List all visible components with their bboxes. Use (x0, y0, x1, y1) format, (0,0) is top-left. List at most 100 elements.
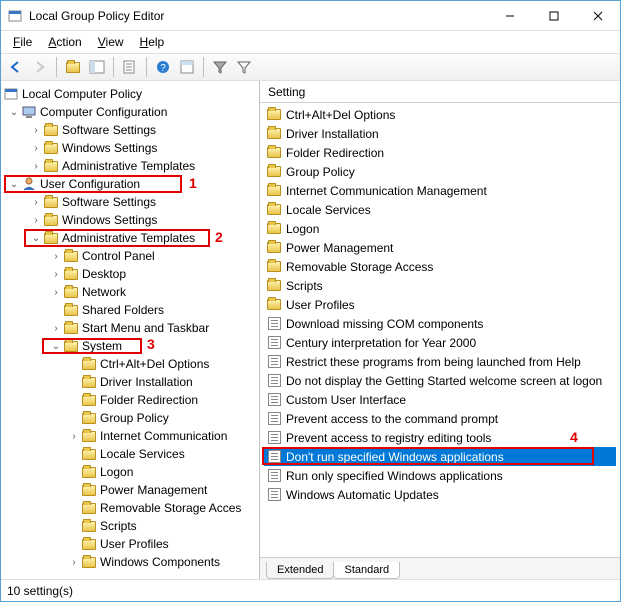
list-header[interactable]: Setting (260, 81, 620, 103)
list-item[interactable]: Century interpretation for Year 2000 (264, 333, 616, 352)
menu-view[interactable]: View (92, 33, 130, 51)
filter-button[interactable] (233, 56, 255, 78)
tree-sys-power[interactable]: Power Management (1, 481, 259, 499)
tree-sys-group-policy[interactable]: Group Policy (1, 409, 259, 427)
tree-uc-software[interactable]: ›Software Settings (1, 193, 259, 211)
column-header-setting[interactable]: Setting (268, 85, 305, 99)
setting-icon (266, 430, 282, 446)
folder-icon (266, 126, 282, 142)
list-item[interactable]: Internet Communication Management (264, 181, 616, 200)
list-item[interactable]: Group Policy (264, 162, 616, 181)
list-item[interactable]: Download missing COM components (264, 314, 616, 333)
list-item[interactable]: Don't run specified Windows applications (264, 447, 616, 466)
filter-options-button[interactable] (209, 56, 231, 78)
tree-network[interactable]: ›Network (1, 283, 259, 301)
tree-label: Driver Installation (100, 375, 193, 389)
minimize-button[interactable] (488, 1, 532, 30)
tree-cc-software[interactable]: ›Software Settings (1, 121, 259, 139)
list-item-label: Custom User Interface (286, 393, 406, 407)
forward-button[interactable] (29, 56, 51, 78)
tree-control-panel[interactable]: › Control Panel (1, 247, 259, 265)
expander-icon[interactable]: ⌄ (49, 339, 63, 353)
tree-sys-removable[interactable]: Removable Storage Acces (1, 499, 259, 517)
tree-computer-config[interactable]: ⌄ Computer Configuration (1, 103, 259, 121)
back-button[interactable] (5, 56, 27, 78)
tree-label: Control Panel (82, 249, 155, 263)
list-item[interactable]: Ctrl+Alt+Del Options (264, 105, 616, 124)
close-button[interactable] (576, 1, 620, 30)
list-item[interactable]: Power Management (264, 238, 616, 257)
list-item-label: Locale Services (286, 203, 371, 217)
list-item[interactable]: Custom User Interface (264, 390, 616, 409)
list-item[interactable]: Run only specified Windows applications (264, 466, 616, 485)
statusbar: 10 setting(s) (1, 579, 620, 601)
tree-start-menu[interactable]: ›Start Menu and Taskbar (1, 319, 259, 337)
setting-icon (266, 392, 282, 408)
list-item[interactable]: Driver Installation (264, 124, 616, 143)
up-folder-button[interactable] (62, 56, 84, 78)
folder-icon (266, 259, 282, 275)
tree-uc-windows[interactable]: ›Windows Settings (1, 211, 259, 229)
list-item[interactable]: Restrict these programs from being launc… (264, 352, 616, 371)
list-item[interactable]: Prevent access to the command prompt (264, 409, 616, 428)
tree-sys-folder-redir[interactable]: Folder Redirection (1, 391, 259, 409)
expander-icon[interactable]: ⌄ (7, 177, 21, 191)
list-item[interactable]: Folder Redirection (264, 143, 616, 162)
menu-file[interactable]: File (7, 33, 38, 51)
tree-sys-logon[interactable]: Logon (1, 463, 259, 481)
chevron-right-icon[interactable]: › (29, 213, 43, 227)
expander-icon[interactable]: ⌄ (7, 105, 21, 119)
menu-action[interactable]: Action (42, 33, 87, 51)
list-item[interactable]: Logon (264, 219, 616, 238)
list-item-label: Windows Automatic Updates (286, 488, 439, 502)
tree-shared-folders[interactable]: Shared Folders (1, 301, 259, 319)
tree-sys-locale[interactable]: Locale Services (1, 445, 259, 463)
tree-sys-driver[interactable]: Driver Installation (1, 373, 259, 391)
tab-extended[interactable]: Extended (266, 562, 334, 579)
tree-pane[interactable]: Local Computer Policy ⌄ Computer Configu… (1, 81, 260, 579)
properties-button[interactable] (176, 56, 198, 78)
list-item[interactable]: Scripts (264, 276, 616, 295)
list-item[interactable]: Prevent access to registry editing tools (264, 428, 616, 447)
tree-root[interactable]: Local Computer Policy (1, 85, 259, 103)
folder-icon (81, 482, 97, 498)
list-item[interactable]: Windows Automatic Updates (264, 485, 616, 504)
list-item[interactable]: Do not display the Getting Started welco… (264, 371, 616, 390)
tree-sys-win-components[interactable]: ›Windows Components (1, 553, 259, 571)
tree-system[interactable]: ⌄System (1, 337, 259, 355)
tree-cc-windows[interactable]: ›Windows Settings (1, 139, 259, 157)
help-button[interactable]: ? (152, 56, 174, 78)
expander-icon[interactable]: ⌄ (29, 231, 43, 245)
tree-user-config[interactable]: ⌄ User Configuration (1, 175, 259, 193)
chevron-right-icon[interactable]: › (29, 141, 43, 155)
chevron-right-icon[interactable]: › (29, 123, 43, 137)
show-hide-tree-button[interactable] (86, 56, 108, 78)
tree-sys-ctrlaltdel[interactable]: Ctrl+Alt+Del Options (1, 355, 259, 373)
tree-cc-admin[interactable]: ›Administrative Templates (1, 157, 259, 175)
folder-icon (43, 212, 59, 228)
tree-sys-icm[interactable]: ›Internet Communication (1, 427, 259, 445)
list-item[interactable]: User Profiles (264, 295, 616, 314)
chevron-right-icon[interactable]: › (29, 159, 43, 173)
list-body[interactable]: Ctrl+Alt+Del OptionsDriver InstallationF… (260, 103, 620, 557)
tree-sys-user-profiles[interactable]: User Profiles (1, 535, 259, 553)
menu-help[interactable]: Help (134, 33, 171, 51)
list-item[interactable]: Removable Storage Access (264, 257, 616, 276)
folder-icon (266, 107, 282, 123)
tree-desktop[interactable]: ›Desktop (1, 265, 259, 283)
maximize-button[interactable] (532, 1, 576, 30)
tree-label: User Configuration (40, 177, 140, 191)
chevron-right-icon[interactable]: › (67, 555, 81, 569)
tree-sys-scripts[interactable]: Scripts (1, 517, 259, 535)
chevron-right-icon[interactable]: › (67, 429, 81, 443)
list-item[interactable]: Locale Services (264, 200, 616, 219)
chevron-right-icon[interactable]: › (29, 195, 43, 209)
chevron-right-icon[interactable]: › (49, 321, 63, 335)
chevron-right-icon[interactable]: › (49, 285, 63, 299)
tree-uc-admin[interactable]: ⌄Administrative Templates (1, 229, 259, 247)
tab-standard[interactable]: Standard (333, 562, 400, 579)
chevron-right-icon[interactable]: › (49, 267, 63, 281)
chevron-right-icon[interactable]: › (49, 249, 63, 263)
export-list-button[interactable] (119, 56, 141, 78)
folder-icon (266, 278, 282, 294)
